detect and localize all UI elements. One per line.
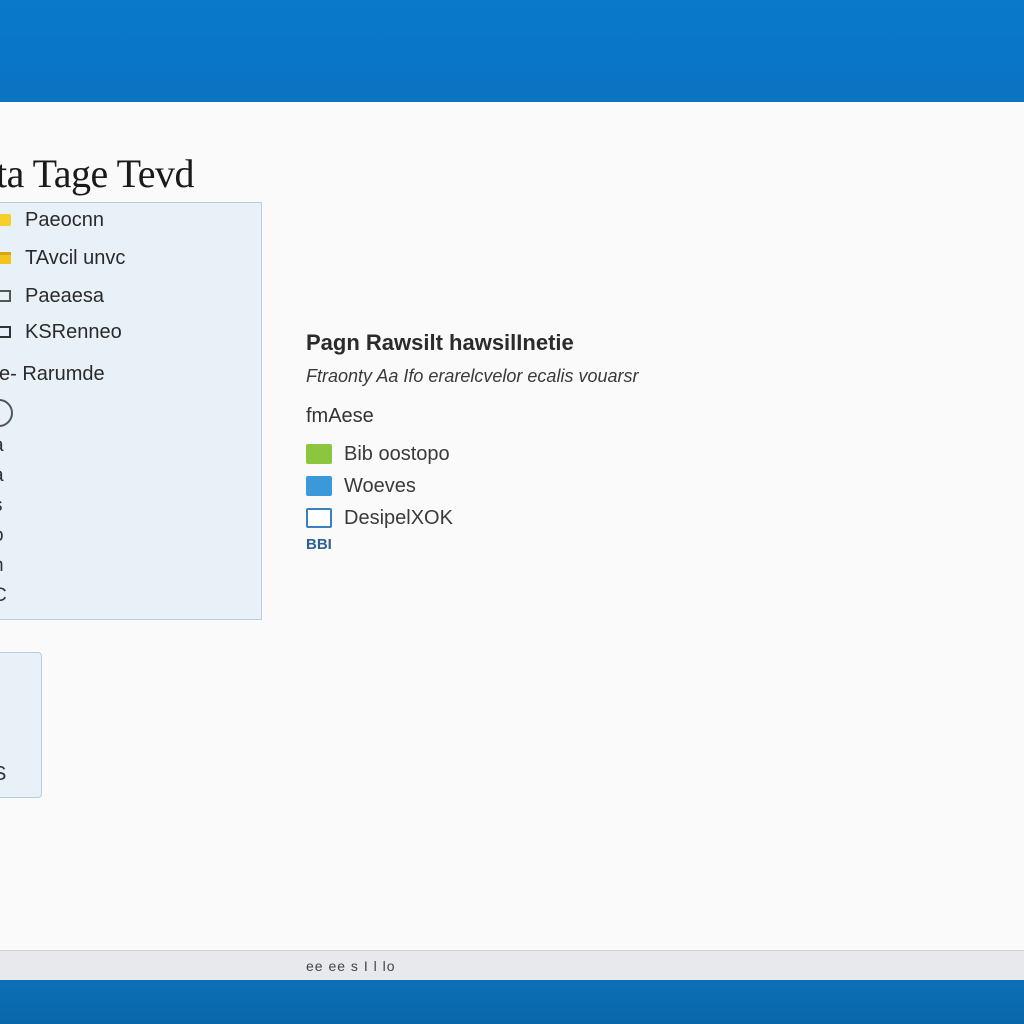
square-icon (0, 290, 11, 302)
option-item-1[interactable]: Woeves (306, 470, 946, 502)
main-content: Pagn Rawsilt hawsilInetie Ftraonty Aa If… (306, 330, 946, 553)
sidebar-item-3[interactable]: KSRenneo (0, 319, 122, 345)
sidebar-item-label: KSRenneo (25, 320, 122, 343)
green-block-icon (306, 444, 332, 464)
document-icon (306, 508, 332, 528)
option-item-2[interactable]: DesipelXOK (306, 502, 946, 534)
option-item-0[interactable]: Bib oostopo (306, 438, 946, 470)
sidebar-item-1[interactable]: TAvcil unvc (0, 245, 125, 271)
sidebar-item-0[interactable]: Paeocnn (0, 207, 104, 233)
sidebar-item-label: e- Rarumde (0, 362, 105, 385)
circle-icon[interactable] (0, 399, 13, 427)
sidebar-sub-item[interactable]: a (0, 435, 4, 457)
content-heading: Pagn Rawsilt hawsilInetie (306, 330, 574, 355)
status-text: ee ee s I l lo (306, 958, 396, 974)
sidebar-item-2[interactable]: Paeaesa (0, 283, 104, 309)
sidebar-sub-item[interactable]: a (0, 465, 4, 487)
sidebar-item-label: Paeaesa (25, 284, 104, 307)
option-label: Bib oostopo (344, 442, 450, 465)
app-title: ta Tage Tevd (0, 151, 194, 196)
blue-block-icon (306, 476, 332, 496)
secondary-panel-label: S (0, 763, 6, 786)
app-window: ta Tage Tevd Paeocnn TAvcil unvc Paeaesa… (0, 102, 1024, 950)
taskbar[interactable] (0, 980, 1024, 1024)
sidebar-item-4[interactable]: e- Rarumde (0, 361, 105, 387)
content-subheading: fmAese (306, 405, 374, 427)
sidebar-sub-item[interactable]: n (0, 555, 4, 577)
option-label: DesipelXOK (344, 506, 453, 529)
status-bar: ee ee s I l lo (0, 950, 1024, 980)
sidebar-sub-item[interactable]: o (0, 525, 4, 547)
sidebar-item-label: TAvcil unvc (25, 246, 126, 269)
option-label: Woeves (344, 474, 416, 497)
sidebar-sub-item[interactable]: s (0, 495, 3, 517)
folder-icon (0, 252, 11, 264)
secondary-panel[interactable]: S (0, 652, 42, 798)
content-description: Ftraonty Aa Ifo erarelcvelor ecalis voua… (306, 366, 639, 386)
sidebar-item-label: Paeocnn (25, 208, 104, 231)
option-extra-label: BBI (306, 536, 332, 553)
sidebar-sub-item[interactable]: C (0, 585, 7, 607)
sidebar: Paeocnn TAvcil unvc Paeaesa KSRenneo e- … (0, 202, 262, 620)
square-icon (0, 326, 11, 338)
yellow-square-icon (0, 214, 11, 226)
desktop-background-top (0, 0, 1024, 102)
